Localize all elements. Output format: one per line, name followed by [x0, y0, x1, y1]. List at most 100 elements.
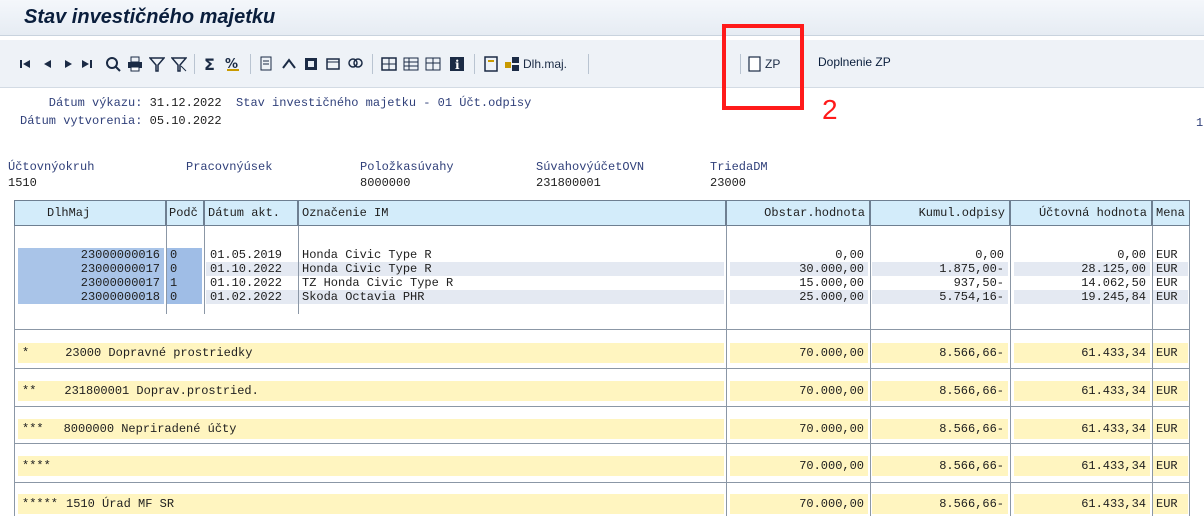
total-mena[interactable]: EUR: [1152, 381, 1188, 401]
cell-oznacenie[interactable]: Honda Civic Type R: [298, 262, 724, 276]
cell-uctovna[interactable]: 19.245,84: [1014, 290, 1150, 304]
export-icon[interactable]: [258, 52, 276, 76]
col-header-uctovna-hodnota[interactable]: Účtovná hodnota: [1010, 200, 1152, 226]
layout-icon[interactable]: [324, 52, 342, 76]
delete-filter-icon[interactable]: [170, 52, 188, 76]
cell-kumul[interactable]: 0,00: [872, 248, 1008, 262]
document-icon[interactable]: [482, 52, 500, 76]
cell-podc[interactable]: 0: [166, 248, 202, 262]
grid-line: [1189, 226, 1190, 516]
total-uctovna[interactable]: 61.433,34: [1014, 381, 1150, 401]
total-kumul[interactable]: 8.566,66-: [872, 419, 1008, 439]
col-header-oznacenie-im[interactable]: Označenie IM: [298, 200, 726, 226]
next-page-icon[interactable]: [62, 52, 76, 76]
total-kumul[interactable]: 8.566,66-: [872, 494, 1008, 514]
report-created-row: Dátum vytvorenia: 05.10.2022: [20, 114, 222, 128]
grid-line: [870, 226, 871, 516]
cell-dlhmaj[interactable]: 23000000018: [18, 290, 164, 304]
grid-line: [14, 406, 1190, 407]
cell-uctovna[interactable]: 28.125,00: [1014, 262, 1150, 276]
cell-obstar[interactable]: 15.000,00: [730, 276, 868, 290]
col-header-datum-akt[interactable]: Dátum akt.: [204, 200, 298, 226]
grid-line: [14, 368, 1190, 369]
cell-podc[interactable]: 1: [166, 276, 202, 290]
col-header-mena[interactable]: Mena: [1152, 200, 1190, 226]
cell-uctovna[interactable]: 14.062,50: [1014, 276, 1150, 290]
cell-obstar[interactable]: 0,00: [730, 248, 868, 262]
total-kumul[interactable]: 8.566,66-: [872, 456, 1008, 476]
cell-obstar[interactable]: 30.000,00: [730, 262, 868, 276]
choose-layout-icon[interactable]: [402, 52, 420, 76]
cell-datum[interactable]: 01.05.2019: [206, 248, 298, 262]
dlh-maj-button[interactable]: Dlh.maj.: [504, 52, 582, 76]
filter-icon[interactable]: [148, 52, 166, 76]
total-label[interactable]: ****: [18, 456, 724, 476]
cell-dlhmaj[interactable]: 23000000017: [18, 262, 164, 276]
col-header-obstar-hodnota[interactable]: Obstar.hodnota: [726, 200, 870, 226]
cell-datum[interactable]: 01.02.2022: [206, 290, 298, 304]
col-header-podc[interactable]: Podč: [166, 200, 204, 226]
previous-page-icon[interactable]: [40, 52, 54, 76]
cell-kumul[interactable]: 937,50-: [872, 276, 1008, 290]
total-label[interactable]: ** 231800001 Doprav.prostried.: [18, 381, 724, 401]
total-mena[interactable]: EUR: [1152, 494, 1188, 514]
cell-oznacenie[interactable]: Skoda Octavia PHR: [298, 290, 724, 304]
cell-podc[interactable]: 0: [166, 262, 202, 276]
total-mena[interactable]: EUR: [1152, 419, 1188, 439]
last-page-icon[interactable]: [80, 52, 94, 76]
sum-icon[interactable]: Σ: [202, 52, 220, 76]
col-header-dlhmaj[interactable]: DlhMaj: [14, 200, 166, 226]
cell-kumul[interactable]: 1.875,00-: [872, 262, 1008, 276]
graphic-icon[interactable]: [280, 52, 298, 76]
grid-line: [14, 226, 15, 516]
total-uctovna[interactable]: 61.433,34: [1014, 343, 1150, 363]
dim-value-polozka-suvahy: 8000000: [360, 176, 411, 190]
dim-value-suvahovy-ucet: 231800001: [536, 176, 601, 190]
save-layout-icon[interactable]: [424, 52, 442, 76]
print-icon[interactable]: [126, 52, 144, 76]
total-mena[interactable]: EUR: [1152, 343, 1188, 363]
annotation-step-number: 2: [822, 94, 838, 125]
total-label[interactable]: *** 8000000 Nepriradené účty: [18, 419, 724, 439]
word-icon[interactable]: [302, 52, 320, 76]
total-obstar[interactable]: 70.000,00: [730, 381, 868, 401]
grid-line: [1010, 226, 1011, 516]
cell-datum[interactable]: 01.10.2022: [206, 262, 298, 276]
cell-oznacenie[interactable]: TZ Honda Civic Type R: [298, 276, 724, 290]
first-page-icon[interactable]: [18, 52, 32, 76]
cell-kumul[interactable]: 5.754,16-: [872, 290, 1008, 304]
total-obstar[interactable]: 70.000,00: [730, 343, 868, 363]
total-uctovna[interactable]: 61.433,34: [1014, 419, 1150, 439]
total-label[interactable]: * 23000 Dopravné prostriedky: [18, 343, 724, 363]
cell-oznacenie[interactable]: Honda Civic Type R: [298, 248, 724, 262]
cell-mena[interactable]: EUR: [1152, 248, 1188, 262]
total-obstar[interactable]: 70.000,00: [730, 456, 868, 476]
cell-dlhmaj[interactable]: 23000000017: [18, 276, 164, 290]
grid-line: [166, 226, 167, 314]
cell-podc[interactable]: 0: [166, 290, 202, 304]
total-mena[interactable]: EUR: [1152, 456, 1188, 476]
info-icon[interactable]: i: [448, 52, 466, 76]
total-kumul[interactable]: 8.566,66-: [872, 381, 1008, 401]
col-header-kumul-odpisy[interactable]: Kumul.odpisy: [870, 200, 1010, 226]
cell-mena[interactable]: EUR: [1152, 290, 1188, 304]
cell-datum[interactable]: 01.10.2022: [206, 276, 298, 290]
doplnenie-zp-button[interactable]: Doplnenie ZP: [818, 55, 891, 69]
cell-mena[interactable]: EUR: [1152, 262, 1188, 276]
cell-uctovna[interactable]: 0,00: [1014, 248, 1150, 262]
cell-obstar[interactable]: 25.000,00: [730, 290, 868, 304]
subtotal-icon[interactable]: %: [224, 52, 242, 76]
grid-icon[interactable]: [380, 52, 398, 76]
grid-line: [1152, 226, 1153, 516]
details-icon[interactable]: [104, 52, 122, 76]
find-icon[interactable]: [346, 52, 364, 76]
cell-mena[interactable]: EUR: [1152, 276, 1188, 290]
total-obstar[interactable]: 70.000,00: [730, 494, 868, 514]
total-label[interactable]: ***** 1510 Úrad MF SR: [18, 494, 724, 514]
cell-dlhmaj[interactable]: 23000000016: [18, 248, 164, 262]
total-uctovna[interactable]: 61.433,34: [1014, 494, 1150, 514]
total-obstar[interactable]: 70.000,00: [730, 419, 868, 439]
total-uctovna[interactable]: 61.433,34: [1014, 456, 1150, 476]
page-title: Stav investičného majetku: [24, 6, 276, 28]
total-kumul[interactable]: 8.566,66-: [872, 343, 1008, 363]
